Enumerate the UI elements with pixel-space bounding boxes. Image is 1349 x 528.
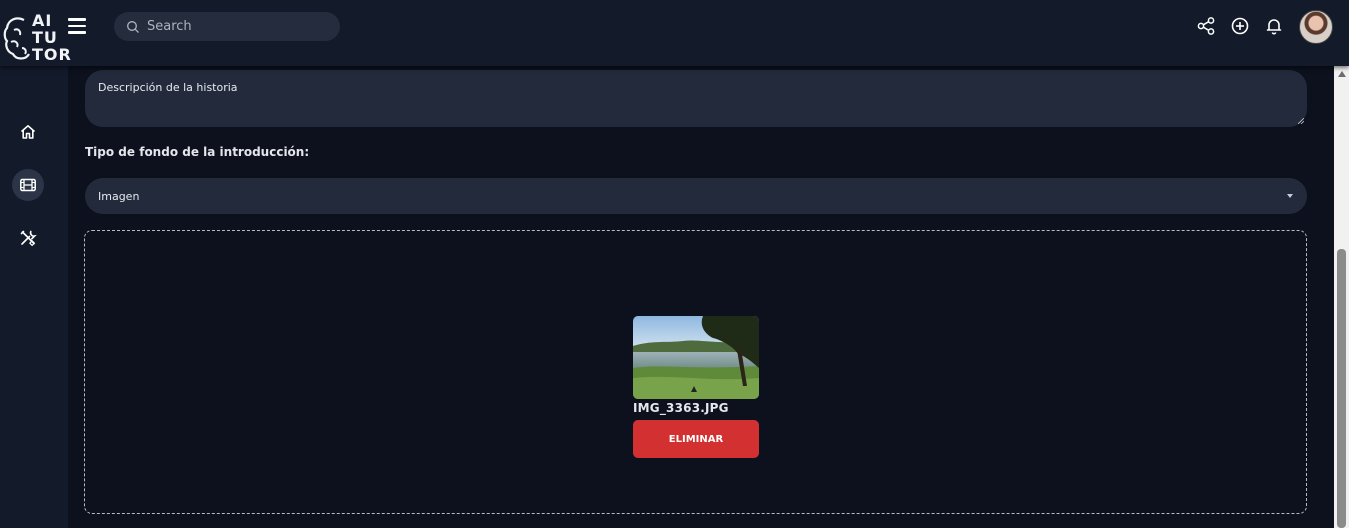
sidebar-item-tools[interactable]	[12, 222, 44, 254]
share-icon[interactable]	[1196, 16, 1216, 36]
resize-grip-icon[interactable]	[1298, 118, 1304, 124]
search-icon	[127, 20, 139, 33]
delete-image-button[interactable]: ELIMINAR	[633, 420, 759, 458]
search-bar[interactable]	[114, 12, 340, 41]
main-content: Descripción de la historia Tipo de fondo…	[68, 66, 1334, 528]
scrollbar-thumb[interactable]	[1337, 249, 1346, 528]
home-icon	[20, 125, 36, 139]
logo-text: AI TU TOR	[32, 12, 72, 63]
hamburger-menu-icon[interactable]	[68, 18, 86, 36]
image-thumbnail	[633, 316, 759, 399]
background-type-select[interactable]: Imagen	[85, 178, 1307, 214]
brain-logo-icon	[3, 17, 30, 60]
sidebar	[0, 66, 68, 528]
file-name: IMG_3363.JPG	[633, 401, 729, 415]
plus-circle-icon[interactable]	[1230, 16, 1250, 36]
scroll-up-arrow-icon[interactable]	[1338, 71, 1346, 77]
logo-line-1: AI	[32, 11, 53, 30]
description-textarea[interactable]: Descripción de la historia	[85, 70, 1307, 127]
caret-down-icon	[1287, 194, 1293, 198]
avatar[interactable]	[1299, 10, 1333, 44]
page-scrollbar[interactable]	[1334, 66, 1349, 528]
sidebar-item-home[interactable]	[12, 116, 44, 148]
top-bar: AI TU TOR	[0, 0, 1349, 66]
sidebar-item-stories[interactable]	[12, 169, 44, 201]
search-input[interactable]	[145, 18, 329, 35]
image-dropzone[interactable]: IMG_3363.JPG ELIMINAR	[84, 230, 1307, 514]
film-icon	[20, 178, 36, 192]
logo[interactable]: AI TU TOR	[2, 10, 71, 64]
description-placeholder: Descripción de la historia	[98, 81, 238, 94]
tools-icon	[20, 230, 37, 247]
image-preview: IMG_3363.JPG ELIMINAR	[633, 316, 759, 458]
background-type-label: Tipo de fondo de la introducción:	[85, 145, 310, 159]
logo-line-2: TU	[32, 28, 58, 47]
bell-icon[interactable]	[1264, 16, 1284, 36]
background-type-value: Imagen	[98, 189, 140, 203]
logo-line-3: TOR	[32, 45, 72, 64]
